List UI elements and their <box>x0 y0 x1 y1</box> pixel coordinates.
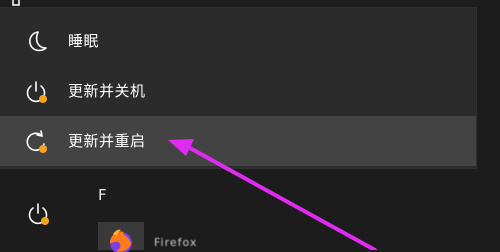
power-button-icon[interactable] <box>24 200 52 228</box>
menu-item-sleep-label: 睡眠 <box>68 32 100 50</box>
power-update-icon <box>26 81 47 103</box>
restart-update-icon <box>26 130 47 153</box>
app-name: Firefox <box>154 236 198 249</box>
firefox-icon <box>110 229 132 252</box>
moon-icon <box>29 31 47 52</box>
app-list-item-firefox[interactable]: Firefox <box>98 222 228 252</box>
menu-item-update-and-shutdown-label: 更新并关机 <box>68 82 146 100</box>
menu-item-update-and-restart[interactable]: 更新并重启 <box>0 116 476 166</box>
window-top-strip <box>0 0 500 6</box>
menu-item-update-and-shutdown[interactable]: 更新并关机 <box>0 66 476 116</box>
app-list-section-letter: F <box>98 186 107 204</box>
menu-item-sleep[interactable]: 睡眠 <box>0 16 476 66</box>
menu-item-update-and-restart-label: 更新并重启 <box>68 132 146 150</box>
power-options-menu: 睡眠 更新并关机 更新并重启 <box>0 8 476 168</box>
